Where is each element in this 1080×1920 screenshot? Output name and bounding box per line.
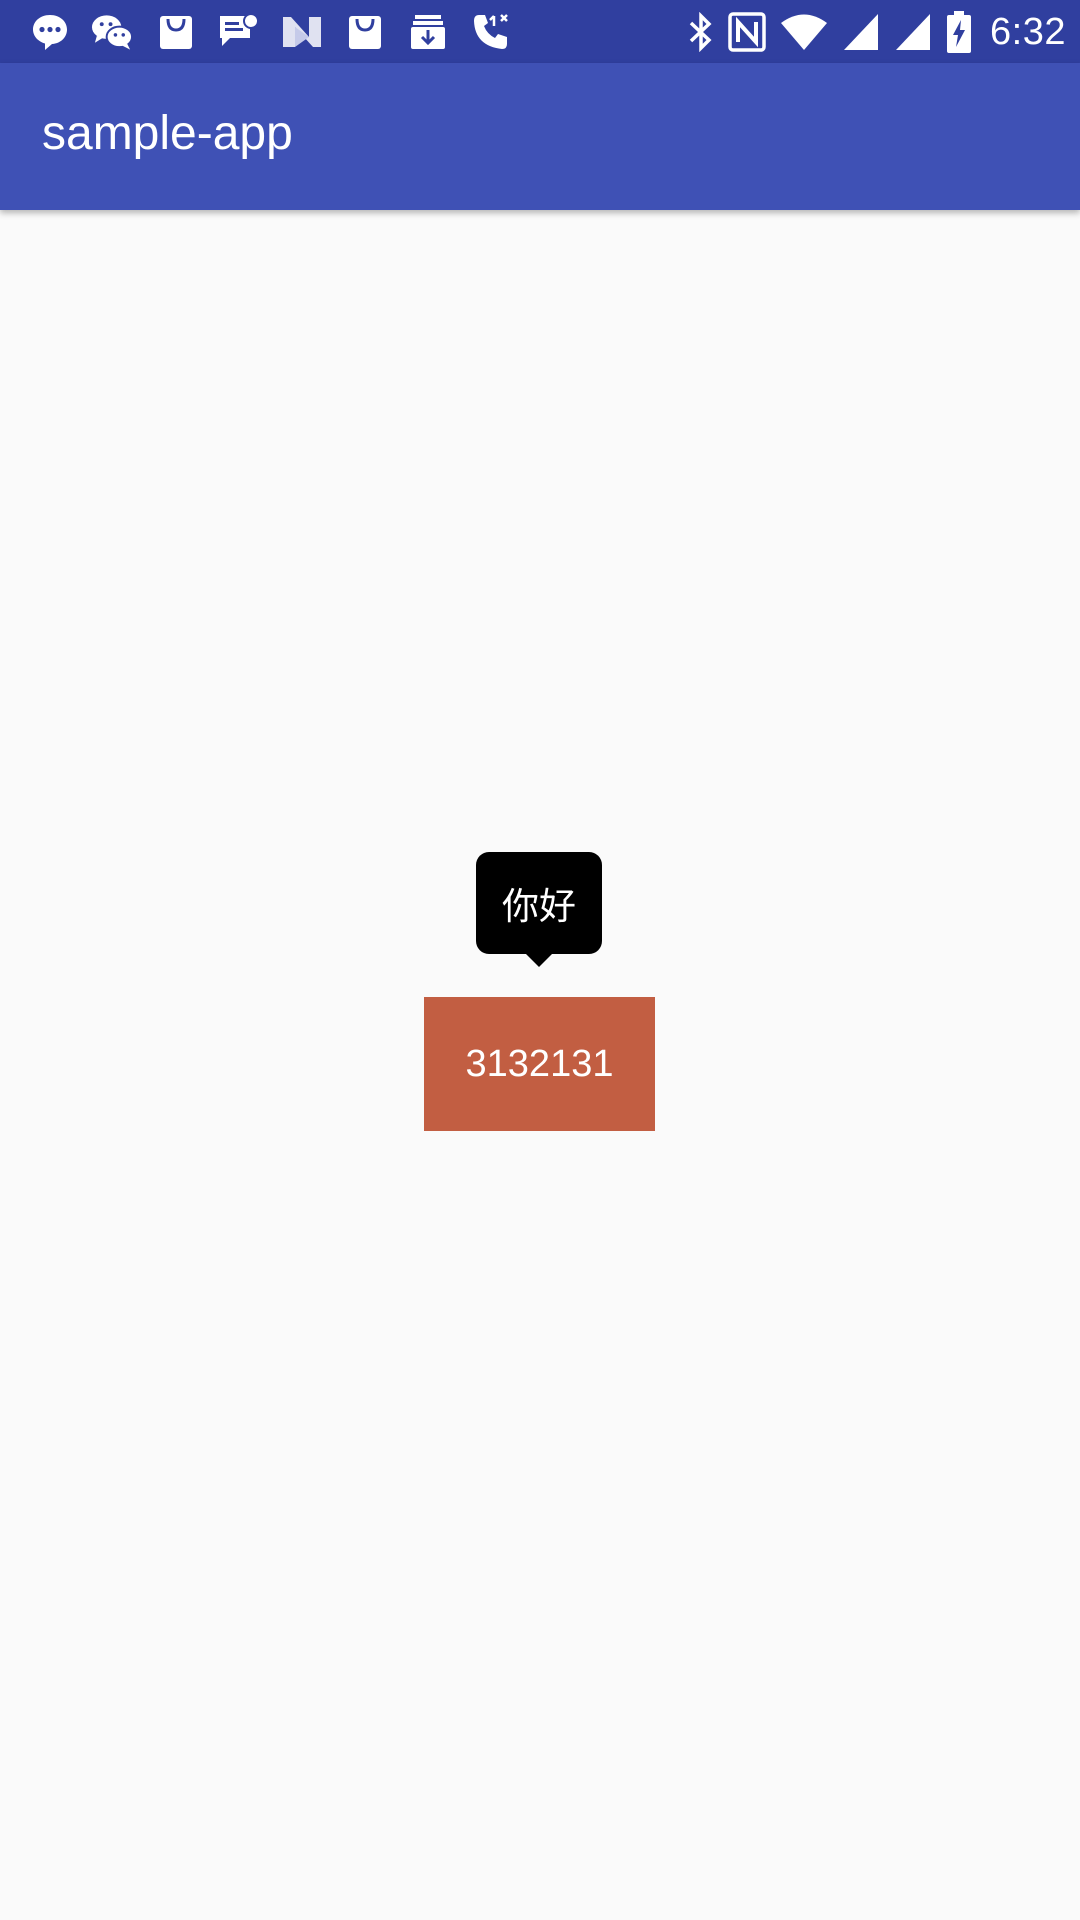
system-indicators: 6:32 bbox=[688, 8, 1066, 56]
bluetooth-icon bbox=[688, 12, 714, 52]
status-clock: 6:32 bbox=[990, 10, 1066, 53]
n-app-icon bbox=[280, 11, 323, 54]
tooltip: 你好 bbox=[476, 852, 602, 954]
main-button[interactable]: 3132131 bbox=[424, 997, 655, 1131]
main-button-label: 3132131 bbox=[465, 1042, 614, 1085]
battery-charging-icon bbox=[946, 11, 972, 53]
status-bar: 6:32 bbox=[0, 0, 1080, 63]
wifi-icon bbox=[780, 12, 828, 52]
app-title: sample-app bbox=[42, 107, 293, 160]
download-tray-icon bbox=[406, 11, 449, 54]
app-bar: sample-app bbox=[0, 63, 1080, 210]
main-content: 你好 3132131 bbox=[0, 210, 1080, 1920]
wechat-icon bbox=[91, 11, 134, 54]
cell-signal-icon bbox=[842, 12, 880, 52]
tooltip-arrow bbox=[522, 950, 556, 967]
messaging-icon bbox=[28, 11, 71, 54]
sms-notification-icon bbox=[217, 11, 260, 54]
missed-call-icon bbox=[469, 11, 512, 54]
tooltip-text: 你好 bbox=[502, 885, 576, 928]
notification-icons bbox=[28, 10, 512, 54]
shopping-bag-icon bbox=[343, 11, 386, 54]
cell-signal-icon bbox=[894, 12, 932, 52]
shopping-bag-icon bbox=[154, 11, 197, 54]
nfc-icon bbox=[728, 12, 766, 52]
